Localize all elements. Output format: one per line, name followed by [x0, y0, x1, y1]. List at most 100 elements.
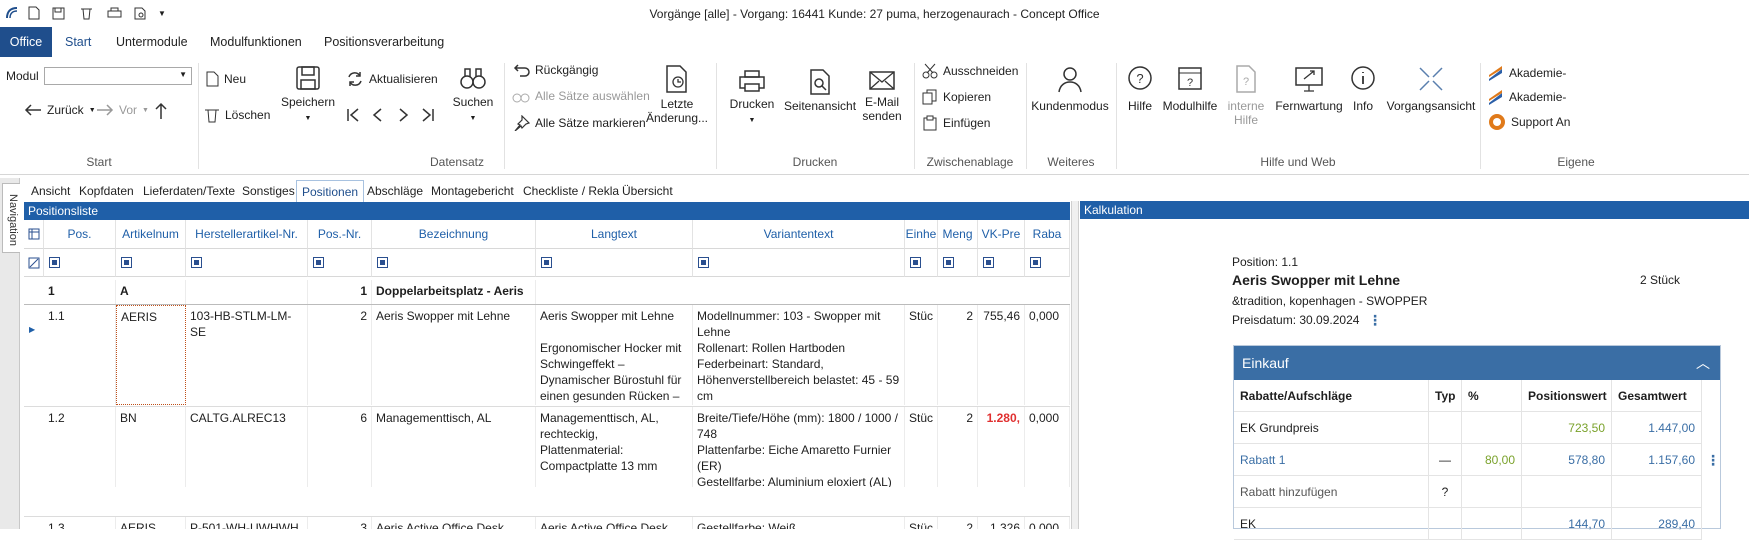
tab-modulfunktionen[interactable]: Modulfunktionen [202, 27, 310, 57]
col-header-langtext[interactable]: Langtext [536, 220, 693, 249]
col-header-vkpreis[interactable]: VK-Pre [978, 220, 1025, 249]
einkauf-header[interactable]: Einkauf ︿ [1234, 346, 1720, 380]
menu-bar: Office Start Untermodule Modulfunktionen… [0, 27, 1749, 57]
last-record-icon[interactable] [421, 107, 435, 123]
copy-button[interactable]: Kopieren [922, 89, 991, 105]
support-link[interactable]: Support An [1488, 113, 1570, 131]
col-header-bezeichnung[interactable]: Bezeichnung [372, 220, 536, 249]
mark-all-records-button[interactable]: Alle Sätze markieren [512, 115, 646, 131]
filter-rabatt[interactable] [1025, 249, 1070, 277]
module-help-button[interactable]: ? Modulhilfe [1160, 65, 1220, 113]
filter-clear-icon[interactable] [24, 249, 44, 277]
group-label-eigene: Eigene [1557, 155, 1595, 169]
group-label-start: Start [86, 155, 112, 169]
window-title: Vorgänge [alle] - Vorgang: 16441 Kunde: … [649, 7, 1100, 21]
undo-button[interactable]: Rückgängig [512, 63, 598, 77]
col-header-herstellerartikel[interactable]: Herstellerartikel-Nr. [186, 220, 308, 249]
page-preview-button[interactable]: Seitenansicht [784, 69, 856, 113]
title-bar: ▼ Vorgänge [alle] - Vorgang: 16441 Kunde… [0, 0, 1749, 27]
col-header-menge[interactable]: Meng [938, 220, 978, 249]
process-view-button[interactable]: Vorgangsansicht [1384, 65, 1478, 113]
select-all-records-button[interactable]: Alle Sätze auswählen [512, 89, 650, 103]
remote-desktop-icon [1295, 67, 1323, 92]
tab-positionen[interactable]: Positionen [296, 180, 365, 202]
pin-icon [514, 115, 530, 131]
printer-icon [739, 70, 765, 92]
filter-posnr[interactable] [308, 249, 372, 277]
binoculars-icon [512, 93, 530, 103]
filter-vkpreis[interactable] [978, 249, 1025, 277]
column-chooser-icon[interactable] [24, 220, 44, 249]
next-record-icon[interactable] [396, 107, 410, 123]
selected-cell[interactable]: AERIS [116, 305, 186, 405]
row-options-icon[interactable]: ⋮ [1706, 452, 1720, 469]
group-label-drucken: Drucken [792, 155, 838, 169]
previous-record-icon[interactable] [371, 107, 385, 123]
col-header-variantentext[interactable]: Variantentext [693, 220, 905, 249]
info-button[interactable]: Info [1348, 65, 1378, 113]
new-button[interactable]: Neu [206, 71, 246, 87]
filter-bezeichnung[interactable] [372, 249, 536, 277]
more-options-icon[interactable]: ⋮ [1368, 312, 1382, 329]
col-header-artikelnum[interactable]: Artikelnum [116, 220, 186, 249]
rabatt-1-link[interactable]: Rabatt 1 [1234, 444, 1429, 476]
document-clock-icon [666, 65, 687, 93]
remote-maintenance-button[interactable]: Fernwartung [1270, 65, 1348, 113]
email-send-button[interactable]: E-Mail senden [856, 69, 908, 123]
add-discount-link[interactable]: Rabatt hinzufügen [1234, 476, 1429, 508]
refresh-button[interactable]: Aktualisieren [346, 71, 438, 87]
print-button[interactable]: Drucken ▼ [720, 69, 784, 128]
tab-lieferdaten[interactable]: Lieferdaten/Texte [138, 180, 240, 202]
col-header-einheit[interactable]: Einhe [905, 220, 938, 249]
navigation-tab[interactable]: Navigation [2, 183, 20, 253]
filter-pos[interactable] [44, 249, 116, 277]
tab-kopfdaten[interactable]: Kopfdaten [74, 180, 139, 202]
filter-herstellerartikel[interactable] [186, 249, 308, 277]
delete-button[interactable]: Löschen [204, 107, 270, 123]
svg-text:?: ? [1243, 76, 1249, 88]
tab-checkliste[interactable]: Checkliste / Rekla [518, 180, 624, 202]
tab-start[interactable]: Start [57, 27, 99, 57]
col-header-pos[interactable]: Pos. [44, 220, 116, 249]
tab-uebersicht[interactable]: Übersicht [617, 180, 678, 202]
tab-untermodule[interactable]: Untermodule [108, 27, 196, 57]
back-button[interactable]: Zurück ▼ [24, 103, 96, 117]
forward-button[interactable]: Vor ▼ [96, 103, 149, 117]
customer-mode-button[interactable]: Kundenmodus [1028, 65, 1112, 113]
col-header-posnr[interactable]: Pos.-Nr. [308, 220, 372, 249]
akademie-link-2[interactable]: Akademie- [1488, 89, 1566, 105]
internal-help-button[interactable]: ? interne Hilfe [1222, 65, 1270, 127]
save-button[interactable]: Speichern ▼ [280, 65, 336, 126]
filter-langtext[interactable] [536, 249, 693, 277]
module-help-icon: ? [1178, 67, 1202, 90]
search-button[interactable]: Suchen ▼ [448, 65, 498, 126]
paste-button[interactable]: Einfügen [922, 115, 990, 131]
filter-variantentext[interactable] [693, 249, 905, 277]
internal-help-icon: ? [1236, 65, 1256, 93]
last-change-button[interactable]: Letzte Änderung... [644, 65, 710, 125]
tab-montagebericht[interactable]: Montagebericht [426, 180, 519, 202]
up-button[interactable] [154, 102, 168, 120]
filter-menge[interactable] [938, 249, 978, 277]
first-record-icon[interactable] [346, 107, 360, 123]
col-header-rabatt[interactable]: Raba [1025, 220, 1070, 249]
article-name: Aeris Swopper mit Lehne [1232, 272, 1401, 288]
tab-abschlaege[interactable]: Abschläge [362, 180, 428, 202]
filter-einheit[interactable] [905, 249, 938, 277]
arrow-left-icon [24, 104, 41, 116]
help-button[interactable]: ? Hilfe [1120, 65, 1160, 113]
tab-sonstiges[interactable]: Sonstiges [237, 180, 300, 202]
tab-positionsverarbeitung[interactable]: Positionsverarbeitung [316, 27, 452, 57]
tab-ansicht[interactable]: Ansicht [26, 180, 75, 202]
panel-splitter[interactable] [1071, 201, 1079, 529]
binoculars-icon [460, 68, 486, 89]
modul-label: Modul [6, 69, 39, 83]
cut-button[interactable]: Ausschneiden [922, 63, 1018, 79]
tab-office[interactable]: Office [0, 27, 52, 57]
modul-select[interactable]: ▼ [44, 67, 192, 85]
arrow-right-icon [97, 104, 114, 116]
article-quantity: 2 Stück [1640, 273, 1681, 287]
filter-artikelnum[interactable] [116, 249, 186, 277]
akademie-link-1[interactable]: Akademie- [1488, 65, 1566, 81]
collapse-chevron-icon[interactable]: ︿ [1696, 346, 1710, 380]
